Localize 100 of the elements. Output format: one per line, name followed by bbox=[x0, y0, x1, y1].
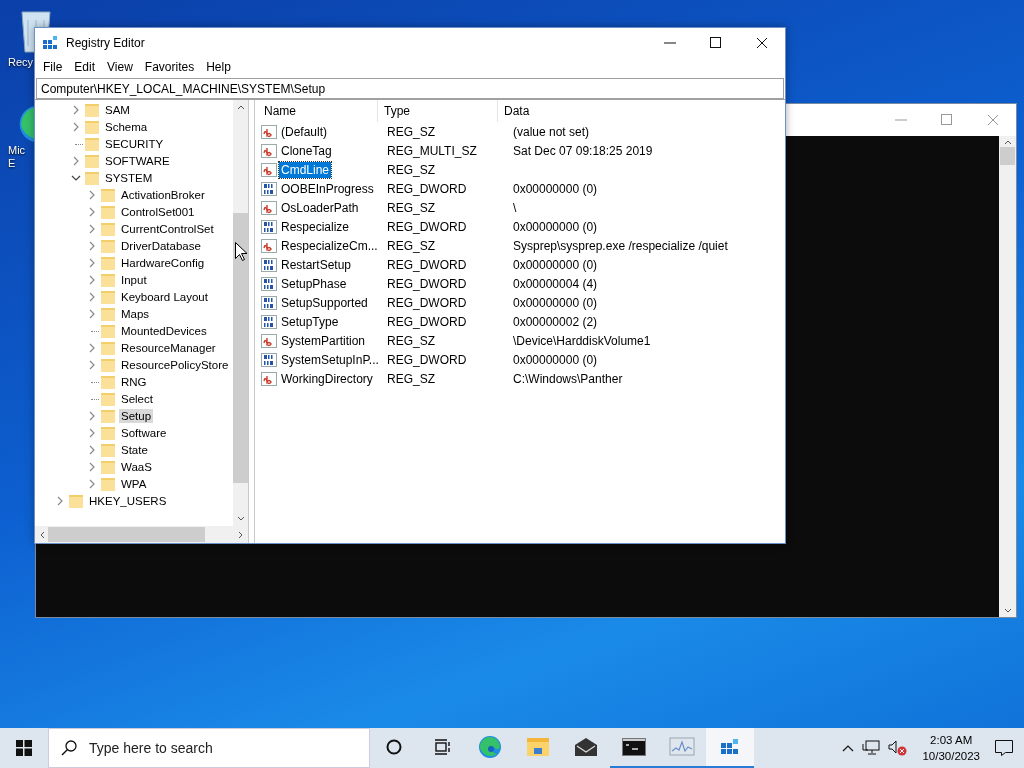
string-value-icon bbox=[261, 199, 277, 216]
value-type: REG_DWORD bbox=[386, 295, 468, 310]
string-value-icon bbox=[261, 123, 277, 140]
search-field[interactable]: Type here to search bbox=[87, 739, 351, 757]
maximize-icon bbox=[941, 114, 953, 126]
address-bar[interactable]: Computer\HKEY_LOCAL_MACHINE\SYSTEM\Setup bbox=[36, 78, 784, 99]
tree-item[interactable]: Select bbox=[119, 391, 155, 406]
folder-icon bbox=[100, 288, 116, 305]
tree-item[interactable]: RNG bbox=[119, 374, 149, 389]
search-bar[interactable]: Type here to search bbox=[48, 728, 370, 768]
value-name[interactable]: CmdLine bbox=[279, 161, 332, 178]
notifications-icon[interactable] bbox=[994, 739, 1014, 757]
clock-date[interactable]: 10/30/2023 bbox=[922, 748, 980, 764]
value-name[interactable]: SetupType bbox=[279, 313, 341, 330]
tree-item[interactable]: ActivationBroker bbox=[119, 187, 207, 202]
value-data: 0x00000004 (4) bbox=[512, 276, 598, 291]
tree-item[interactable]: WaaS bbox=[119, 459, 154, 474]
value-name[interactable]: Respecialize bbox=[279, 218, 352, 235]
value-name[interactable]: OOBEInProgress bbox=[279, 180, 376, 197]
tree-item[interactable]: MountedDevices bbox=[119, 323, 209, 338]
tree-item[interactable]: ResourcePolicyStore bbox=[119, 357, 231, 372]
horizontal-scrollbar[interactable] bbox=[35, 526, 248, 543]
value-name[interactable]: SetupPhase bbox=[279, 275, 349, 292]
tree-item[interactable]: HardwareConfig bbox=[119, 255, 207, 270]
clock-time[interactable]: 2:03 AM bbox=[930, 732, 973, 748]
folder-icon bbox=[100, 254, 116, 271]
menu-item[interactable]: Edit bbox=[68, 58, 102, 76]
tree-item[interactable]: Schema bbox=[103, 119, 150, 134]
value-type: REG_SZ bbox=[386, 371, 436, 386]
tree-item[interactable]: State bbox=[119, 442, 150, 457]
folder-icon bbox=[84, 118, 100, 135]
value-name[interactable]: RespecializeCm... bbox=[279, 237, 380, 254]
value-data: 0x00000000 (0) bbox=[512, 257, 598, 272]
window-title: Registry Editor bbox=[66, 35, 146, 50]
folder-icon bbox=[100, 339, 116, 356]
column-header[interactable]: Data bbox=[498, 100, 785, 122]
value-name[interactable]: (Default) bbox=[279, 123, 329, 140]
tree-item[interactable]: DriverDatabase bbox=[119, 238, 203, 253]
registry-icon bbox=[42, 34, 58, 51]
value-name[interactable]: SetupSupported bbox=[279, 294, 370, 311]
column-header[interactable]: Name bbox=[258, 100, 378, 122]
value-name[interactable]: OsLoaderPath bbox=[279, 199, 361, 216]
tree-item[interactable]: Keyboard Layout bbox=[119, 289, 210, 304]
binary-value-icon bbox=[261, 218, 277, 235]
string-value-icon bbox=[261, 370, 277, 387]
value-data: (value not set) bbox=[512, 124, 590, 139]
folder-icon bbox=[100, 237, 116, 254]
value-data: \ bbox=[512, 200, 517, 215]
scrollbar-thumb[interactable] bbox=[1000, 147, 1015, 165]
binary-value-icon bbox=[261, 351, 277, 368]
tree-item[interactable]: SOFTWARE bbox=[103, 153, 172, 168]
binary-value-icon bbox=[261, 275, 277, 292]
value-type: REG_MULTI_SZ bbox=[386, 143, 478, 158]
value-name[interactable]: SystemPartition bbox=[279, 332, 368, 349]
menu-item[interactable]: Favorites bbox=[138, 58, 201, 76]
value-name[interactable]: CloneTag bbox=[279, 142, 334, 159]
tree-item[interactable]: SAM bbox=[103, 102, 132, 117]
value-type: REG_SZ bbox=[386, 238, 436, 253]
folder-icon bbox=[100, 271, 116, 288]
tree-item[interactable]: Setup bbox=[119, 408, 154, 423]
chevron-up-icon[interactable] bbox=[842, 744, 855, 752]
tree-item[interactable]: HKEY_USERS bbox=[87, 493, 169, 508]
performance-monitor-icon bbox=[669, 736, 695, 758]
volume-muted-icon[interactable] bbox=[888, 740, 909, 756]
value-type: REG_DWORD bbox=[386, 352, 468, 367]
scrollbar-thumb[interactable] bbox=[233, 213, 248, 483]
value-data: 0x00000000 (0) bbox=[512, 295, 598, 310]
value-name[interactable]: RestartSetup bbox=[279, 256, 354, 273]
tree-item[interactable]: ControlSet001 bbox=[119, 204, 197, 219]
value-type: REG_SZ bbox=[386, 333, 436, 348]
folder-icon bbox=[84, 135, 100, 152]
tree-item[interactable]: Input bbox=[119, 272, 149, 287]
tree-item[interactable]: Maps bbox=[119, 306, 152, 321]
scrollbar[interactable] bbox=[999, 136, 1016, 617]
folder-icon bbox=[100, 458, 116, 475]
value-data: Sysprep\sysprep.exe /respecialize /quiet bbox=[512, 238, 728, 253]
value-data: Sat Dec 07 09:18:25 2019 bbox=[512, 143, 653, 158]
tree-item[interactable]: ResourceManager bbox=[119, 340, 218, 355]
value-name[interactable]: WorkingDirectory bbox=[279, 370, 375, 387]
menu-item[interactable]: View bbox=[101, 58, 139, 76]
tree-item[interactable]: CurrentControlSet bbox=[119, 221, 216, 236]
folder-icon bbox=[100, 407, 116, 424]
scrollbar-thumb[interactable] bbox=[48, 527, 205, 542]
column-header[interactable]: Type bbox=[378, 100, 498, 122]
menu-item[interactable]: Help bbox=[200, 58, 237, 76]
network-icon[interactable] bbox=[862, 740, 881, 756]
scrollbar[interactable] bbox=[233, 100, 248, 526]
tree-item[interactable]: WPA bbox=[119, 476, 149, 491]
menu-item[interactable]: File bbox=[37, 58, 69, 76]
string-value-icon bbox=[261, 237, 277, 254]
value-type: REG_DWORD bbox=[386, 314, 468, 329]
value-name[interactable]: SystemSetupInP... bbox=[279, 351, 381, 368]
desktop-icon-label[interactable]: Mic E bbox=[4, 144, 26, 170]
string-value-icon bbox=[261, 161, 277, 178]
tree-item[interactable]: Software bbox=[119, 425, 169, 440]
search-icon bbox=[61, 740, 77, 756]
tree-item[interactable]: SYSTEM bbox=[103, 170, 155, 185]
browser-icon bbox=[478, 735, 502, 759]
tree-item[interactable]: SECURITY bbox=[103, 136, 166, 151]
desktop-icon-label[interactable]: Recy bbox=[4, 56, 34, 69]
